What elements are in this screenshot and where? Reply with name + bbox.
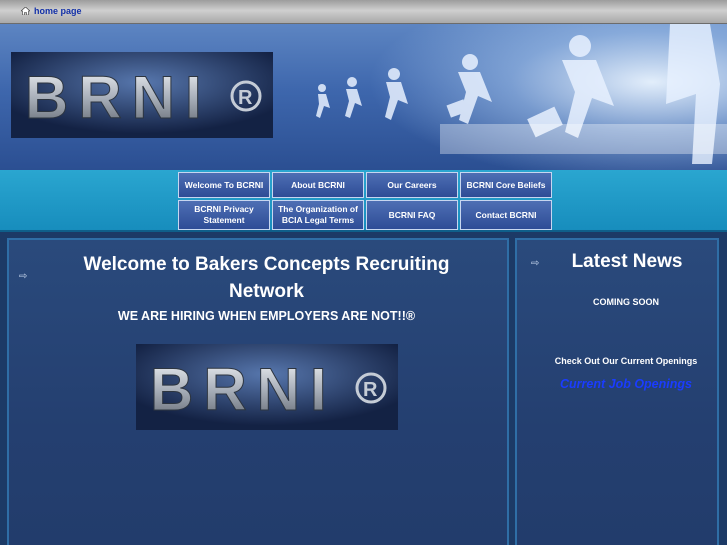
main-nav: Welcome To BCRNI About BCRNI Our Careers… (178, 172, 552, 230)
nav-contact[interactable]: Contact BCRNI (460, 200, 552, 230)
home-link[interactable]: home page (21, 6, 82, 16)
top-bar: home page (0, 0, 727, 24)
news-title: Latest News (571, 251, 683, 272)
openings-text: Check Out Our Current Openings (554, 356, 698, 366)
job-openings-link[interactable]: Current Job Openings (517, 377, 727, 391)
home-icon (21, 7, 30, 15)
page-title: Welcome to Bakers Concepts Recruiting Ne… (83, 254, 450, 302)
svg-text:BRNI: BRNI (25, 64, 212, 131)
nav-careers[interactable]: Our Careers (366, 172, 458, 198)
nav-privacy[interactable]: BCRNI Privacy Statement (178, 200, 270, 230)
main-content-panel: ⇨ Welcome to Bakers Concepts Recruiting … (7, 238, 509, 545)
nav-welcome[interactable]: Welcome To BCRNI (178, 172, 270, 198)
news-panel: ⇨ Latest News COMING SOON Check Out Our … (515, 238, 719, 545)
nav-core-beliefs[interactable]: BCRNI Core Beliefs (460, 172, 552, 198)
svg-text:BRNI: BRNI (150, 356, 337, 423)
svg-text:R: R (238, 87, 253, 109)
home-link-label: home page (34, 6, 82, 16)
arrow-icon: ⇨ (19, 271, 28, 282)
brni-logo-banner: BRNI R (11, 52, 273, 138)
header-banner: BRNI R (0, 24, 727, 170)
nav-legal-terms[interactable]: The Organization of BCIA Legal Terms (272, 200, 364, 230)
brni-logo-main: BRNI R (136, 344, 398, 430)
nav-about[interactable]: About BCRNI (272, 172, 364, 198)
running-people-image (316, 24, 727, 164)
svg-text:R: R (363, 379, 378, 401)
nav-faq[interactable]: BCRNI FAQ (366, 200, 458, 230)
coming-soon-text: COMING SOON (592, 297, 659, 307)
tagline: WE ARE HIRING WHEN EMPLOYERS ARE NOT!!® (117, 309, 416, 323)
